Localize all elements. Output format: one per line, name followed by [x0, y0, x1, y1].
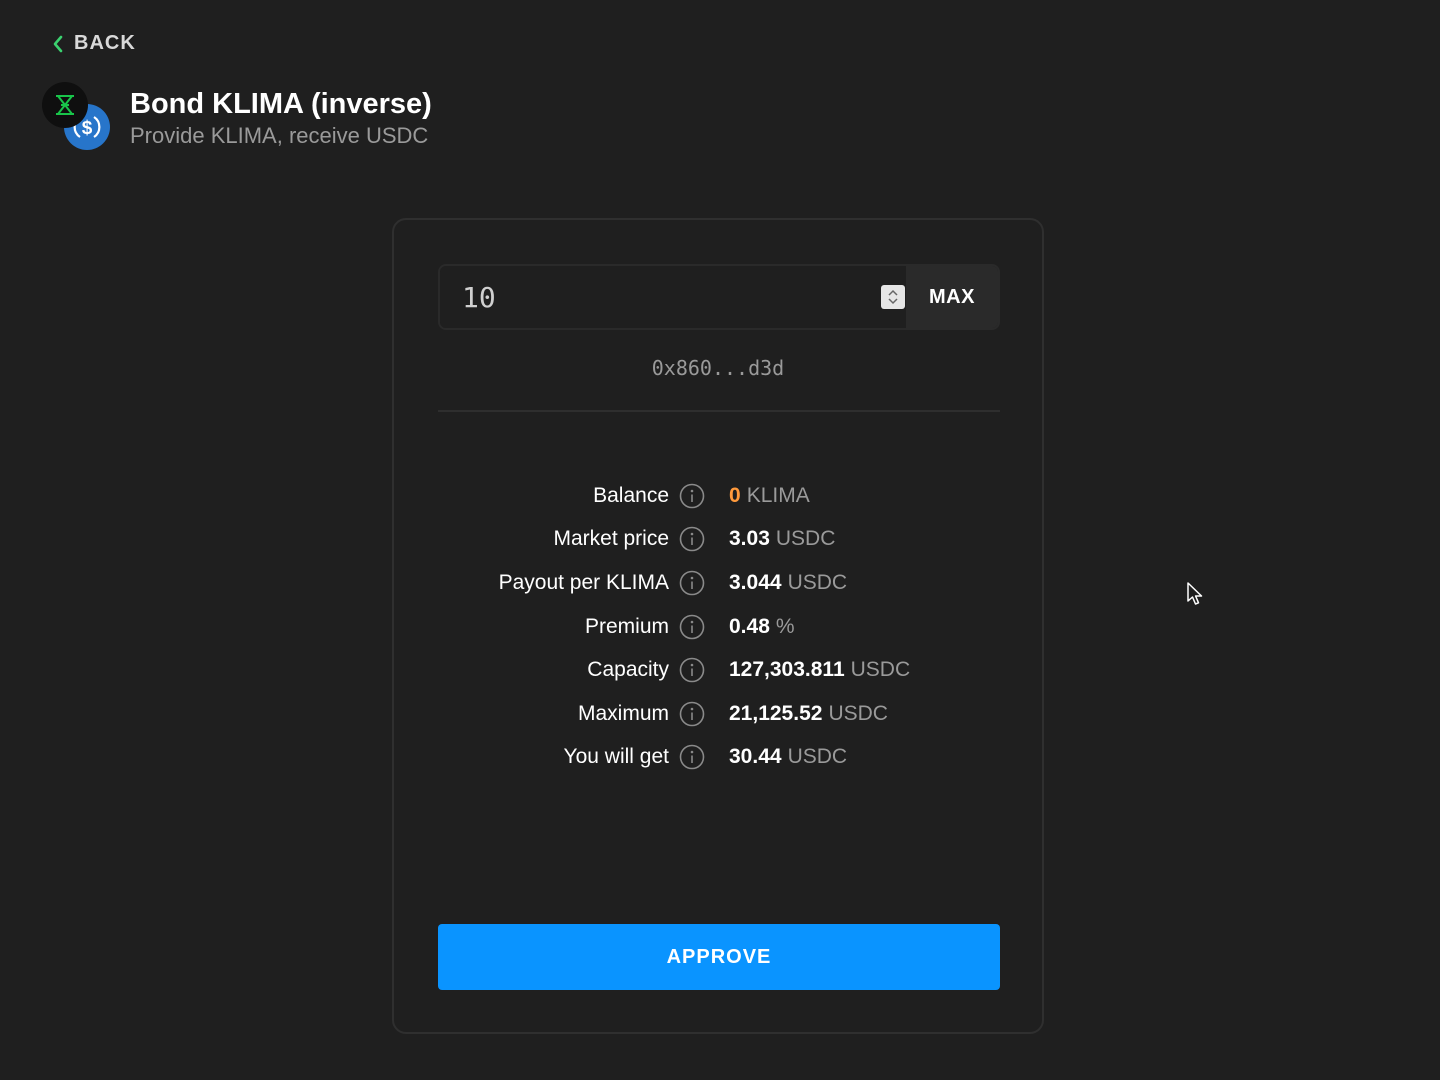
stat-row-market-price: Market price 3.03 USDC [394, 518, 1042, 562]
stat-unit: USDC [775, 527, 836, 551]
stat-row-capacity: Capacity 127,303.811 USDC [394, 648, 1042, 692]
info-icon[interactable] [679, 483, 705, 509]
approve-button[interactable]: APPROVE [438, 924, 1000, 990]
info-icon[interactable] [679, 744, 705, 770]
stat-unit: % [775, 614, 795, 638]
stat-label: Capacity [587, 658, 669, 682]
back-label: BACK [74, 32, 136, 54]
stat-value: 21,125.52 [729, 701, 823, 725]
amount-input[interactable] [440, 266, 880, 328]
stat-label: Maximum [577, 701, 669, 725]
stat-row-premium: Premium 0.48 % [394, 605, 1042, 649]
stat-row-maximum: Maximum 21,125.52 USDC [394, 692, 1042, 736]
stat-value: 0 [729, 483, 741, 507]
stat-label: Premium [584, 614, 669, 638]
stepper-arrows-icon[interactable] [881, 285, 905, 309]
stat-unit: USDC [850, 658, 911, 682]
wallet-address: 0x860...d3d [651, 356, 785, 380]
stat-value: 0.48 [729, 614, 770, 638]
stat-unit: USDC [828, 701, 888, 725]
header-titles: Bond KLIMA (inverse) Provide KLIMA, rece… [130, 86, 432, 150]
svg-text:$: $ [82, 118, 93, 139]
stat-value: 3.03 [729, 527, 770, 551]
info-icon[interactable] [679, 657, 705, 683]
stat-value: 127,303.811 [729, 658, 845, 682]
bond-header: $ Bond KLIMA (inverse) Provide KLIMA, re… [42, 82, 432, 152]
stat-unit: USDC [787, 745, 848, 769]
bond-page: BACK $ Bond KLIMA (inverse) Provide KLIM… [0, 0, 1440, 1080]
amount-input-group: MAX [438, 264, 1000, 330]
stat-label: Balance [593, 483, 669, 507]
stat-row-you-will-get: You will get 30.44 USDC [394, 736, 1042, 780]
stat-unit: USDC [787, 570, 848, 594]
chevron-left-icon [52, 34, 66, 54]
max-button[interactable]: MAX [906, 266, 998, 328]
bond-stats: Balance 0 KLIMA Market price 3.03 USDC P… [394, 474, 1042, 779]
amount-stepper[interactable] [880, 266, 906, 328]
info-icon[interactable] [679, 526, 705, 552]
stat-label: Payout per KLIMA [498, 570, 669, 594]
info-icon[interactable] [679, 614, 705, 640]
page-title: Bond KLIMA (inverse) [130, 88, 432, 120]
stat-unit: KLIMA [746, 483, 810, 507]
stat-label: You will get [563, 745, 669, 769]
token-pair-icons: $ [42, 82, 112, 152]
stat-row-payout-per-klima: Payout per KLIMA 3.044 USDC [394, 561, 1042, 605]
stat-value: 3.044 [729, 570, 782, 594]
info-icon[interactable] [679, 570, 705, 596]
klima-token-icon [42, 82, 88, 128]
info-icon[interactable] [679, 701, 705, 727]
stat-value: 30.44 [729, 745, 782, 769]
stat-label: Market price [553, 527, 669, 551]
divider [438, 410, 1000, 412]
page-subtitle: Provide KLIMA, receive USDC [130, 123, 429, 148]
mouse-pointer-icon [1186, 581, 1204, 612]
bond-card: MAX 0x860...d3d Balance 0 KLIMA Market p… [392, 218, 1044, 1034]
stat-row-balance: Balance 0 KLIMA [394, 474, 1042, 518]
back-button[interactable]: BACK [52, 32, 136, 55]
